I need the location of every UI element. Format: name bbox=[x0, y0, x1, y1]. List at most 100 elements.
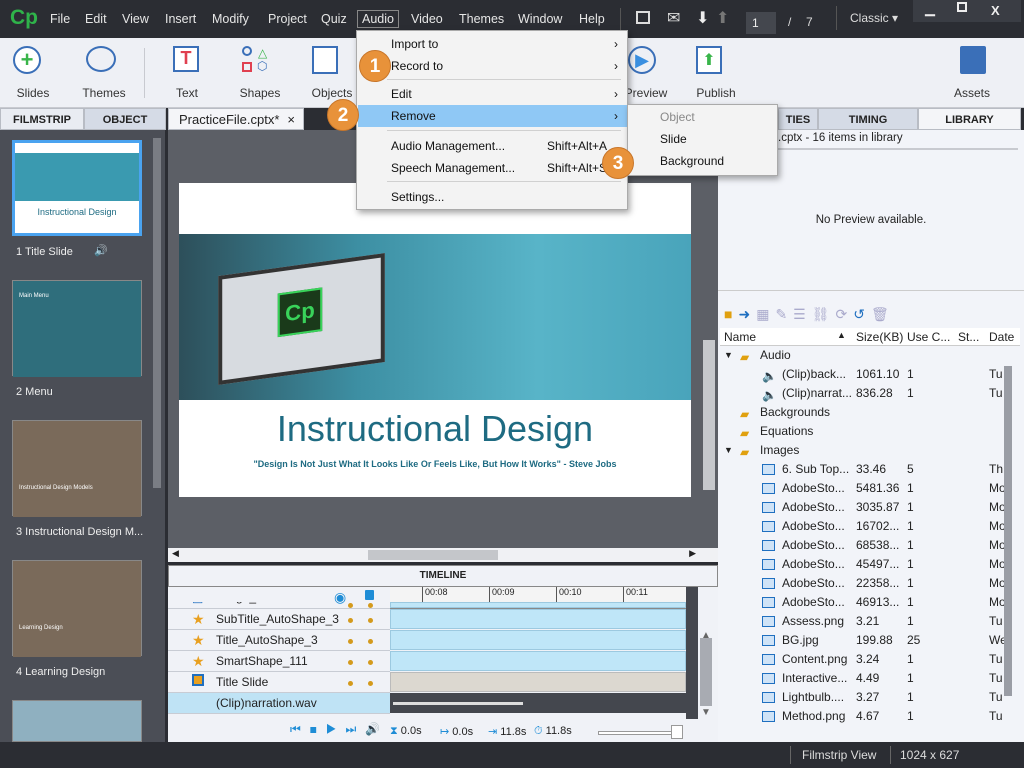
close-button[interactable]: X bbox=[991, 3, 1000, 18]
menu-modify[interactable]: Modify bbox=[212, 12, 249, 26]
menu-item-import-to[interactable]: Import to › bbox=[358, 33, 628, 55]
shapes-button[interactable]: △ ⬡ Shapes bbox=[230, 38, 290, 108]
library-item[interactable]: 🔈 (Clip)narrat... 836.28 1 Tu bbox=[718, 384, 1008, 403]
slide-title[interactable]: Instructional Design bbox=[179, 408, 691, 450]
lock-dot[interactable] bbox=[368, 603, 373, 608]
slide-thumbnail[interactable] bbox=[12, 700, 142, 742]
submenu-item-object[interactable]: Object bbox=[660, 110, 695, 124]
library-item[interactable]: AdobeSto... 46913... 1 Mo bbox=[718, 593, 1008, 612]
col-date[interactable]: Date bbox=[989, 330, 1014, 344]
page-number-input[interactable] bbox=[746, 12, 776, 34]
menu-item-settings[interactable]: Settings... bbox=[358, 186, 628, 208]
objects-button[interactable]: Objects bbox=[302, 38, 362, 108]
minimize-button[interactable]: ▁ bbox=[925, 1, 935, 17]
arrow-up-icon[interactable]: ⬆ bbox=[716, 8, 729, 28]
slide-thumbnail[interactable]: Instructional Design bbox=[12, 140, 142, 236]
timeline-bar[interactable] bbox=[390, 602, 686, 608]
menu-help[interactable]: Help bbox=[579, 12, 605, 26]
tab-timing[interactable]: TIMING bbox=[818, 108, 918, 130]
menu-themes[interactable]: Themes bbox=[459, 12, 504, 26]
tab-document[interactable]: PracticeFile.cptx* × bbox=[168, 108, 304, 130]
slide-thumbnail[interactable]: Instructional Design Models bbox=[12, 420, 142, 517]
arrow-down-icon[interactable]: ⬇ bbox=[696, 8, 709, 28]
tab-library[interactable]: LIBRARY bbox=[918, 108, 1021, 130]
menu-view[interactable]: View bbox=[122, 12, 149, 26]
comment-icon[interactable] bbox=[636, 11, 650, 24]
lock-dot[interactable] bbox=[368, 681, 373, 686]
timeline-row[interactable]: (Clip)narration.wav bbox=[168, 693, 390, 714]
slide[interactable]: Cp Instructional Design "Design Is Not J… bbox=[179, 183, 691, 497]
library-item[interactable]: Assess.png 3.21 1 Tu bbox=[718, 612, 1008, 631]
expand-icon[interactable]: ▼ bbox=[724, 350, 733, 360]
tab-object-state[interactable]: OBJECT STATE bbox=[84, 108, 166, 148]
tab-filmstrip[interactable]: FILMSTRIP bbox=[0, 108, 84, 130]
lock-icon[interactable] bbox=[365, 590, 374, 600]
visibility-dot[interactable] bbox=[348, 660, 353, 665]
timeline-bar[interactable] bbox=[390, 609, 686, 629]
playback-controls[interactable]: ⏮◼▶⏭🔊 bbox=[290, 722, 389, 737]
col-size[interactable]: Size(KB) bbox=[856, 330, 903, 344]
library-item[interactable]: Method.png 4.67 1 Tu bbox=[718, 707, 1008, 726]
audio-waveform[interactable] bbox=[390, 693, 686, 713]
library-item[interactable]: ▼ ▰ Images bbox=[718, 441, 1008, 460]
workspace-dropdown[interactable]: Classic ▾ bbox=[850, 11, 898, 25]
menu-edit[interactable]: Edit bbox=[85, 12, 107, 26]
timeline-bar[interactable] bbox=[390, 651, 686, 671]
col-use-count[interactable]: Use C... bbox=[907, 330, 950, 344]
library-item[interactable]: Interactive... 4.49 1 Tu bbox=[718, 669, 1008, 688]
col-name[interactable]: Name bbox=[724, 330, 756, 344]
visibility-dot[interactable] bbox=[348, 639, 353, 644]
library-item[interactable]: AdobeSto... 16702... 1 Mo bbox=[718, 517, 1008, 536]
menu-audio[interactable]: Audio bbox=[357, 10, 399, 28]
slides-button[interactable]: + Slides bbox=[3, 38, 63, 108]
library-item[interactable]: BG.jpg 199.88 25 We bbox=[718, 631, 1008, 650]
zoom-slider[interactable] bbox=[598, 725, 683, 739]
menu-insert[interactable]: Insert bbox=[165, 12, 196, 26]
visibility-dot[interactable] bbox=[348, 618, 353, 623]
mail-icon[interactable]: ✉ bbox=[667, 8, 680, 28]
menu-item-speech-management[interactable]: Speech Management... Shift+Alt+S bbox=[358, 157, 628, 179]
timeline-row[interactable]: ★ Title_AutoShape_3 bbox=[168, 630, 390, 651]
library-item[interactable]: AdobeSto... 22358... 1 Mo bbox=[718, 574, 1008, 593]
timeline-row[interactable]: ▭ Image_111 bbox=[168, 602, 390, 609]
timeline-bar[interactable] bbox=[390, 672, 686, 692]
library-item[interactable]: ▼ ▰ Audio bbox=[718, 346, 1008, 365]
menu-window[interactable]: Window bbox=[518, 12, 562, 26]
visibility-dot[interactable] bbox=[348, 681, 353, 686]
library-item[interactable]: AdobeSto... 45497... 1 Mo bbox=[718, 555, 1008, 574]
close-tab-icon[interactable]: × bbox=[287, 109, 295, 131]
library-item[interactable]: Content.png 3.24 1 Tu bbox=[718, 650, 1008, 669]
library-item[interactable]: ▰ Backgrounds bbox=[718, 403, 1008, 422]
slide-thumbnail[interactable]: Main Menu bbox=[12, 280, 142, 377]
timeline-row[interactable]: Title Slide bbox=[168, 672, 390, 693]
library-scrollbar[interactable] bbox=[1004, 366, 1012, 696]
visibility-dot[interactable] bbox=[348, 603, 353, 608]
submenu-item-slide[interactable]: Slide bbox=[660, 132, 687, 146]
menu-project[interactable]: Project bbox=[268, 12, 307, 26]
filmstrip-scrollbar[interactable] bbox=[153, 138, 161, 488]
timeline-scrollbar[interactable] bbox=[700, 638, 712, 706]
menu-item-edit[interactable]: Edit › bbox=[358, 83, 628, 105]
lock-dot[interactable] bbox=[368, 618, 373, 623]
library-item[interactable]: ▰ Equations bbox=[718, 422, 1008, 441]
timeline-row[interactable]: ★ SubTitle_AutoShape_3 bbox=[168, 609, 390, 630]
expand-icon[interactable]: ▼ bbox=[724, 445, 733, 455]
menu-quiz[interactable]: Quiz bbox=[321, 12, 347, 26]
lock-dot[interactable] bbox=[368, 639, 373, 644]
timeline-row[interactable]: ★ SmartShape_111 bbox=[168, 651, 390, 672]
text-button[interactable]: T Text bbox=[157, 38, 217, 108]
library-item[interactable]: 6. Sub Top... 33.46 5 Th bbox=[718, 460, 1008, 479]
menu-file[interactable]: File bbox=[50, 12, 70, 26]
col-status[interactable]: St... bbox=[958, 330, 979, 344]
themes-button[interactable]: Themes bbox=[74, 38, 134, 108]
menu-video[interactable]: Video bbox=[411, 12, 443, 26]
menu-item-audio-management[interactable]: Audio Management... Shift+Alt+A bbox=[358, 135, 628, 157]
submenu-item-background[interactable]: Background bbox=[660, 154, 724, 168]
lock-dot[interactable] bbox=[368, 660, 373, 665]
publish-button[interactable]: ⬆ Publish bbox=[686, 38, 746, 108]
slide-thumbnail[interactable]: Learning Design bbox=[12, 560, 142, 657]
stage-horizontal-scrollbar[interactable]: ◀ ▶ bbox=[168, 548, 718, 562]
library-item[interactable]: AdobeSto... 68538... 1 Mo bbox=[718, 536, 1008, 555]
library-item[interactable]: Lightbulb.... 3.27 1 Tu bbox=[718, 688, 1008, 707]
timeline-bar[interactable] bbox=[390, 630, 686, 650]
